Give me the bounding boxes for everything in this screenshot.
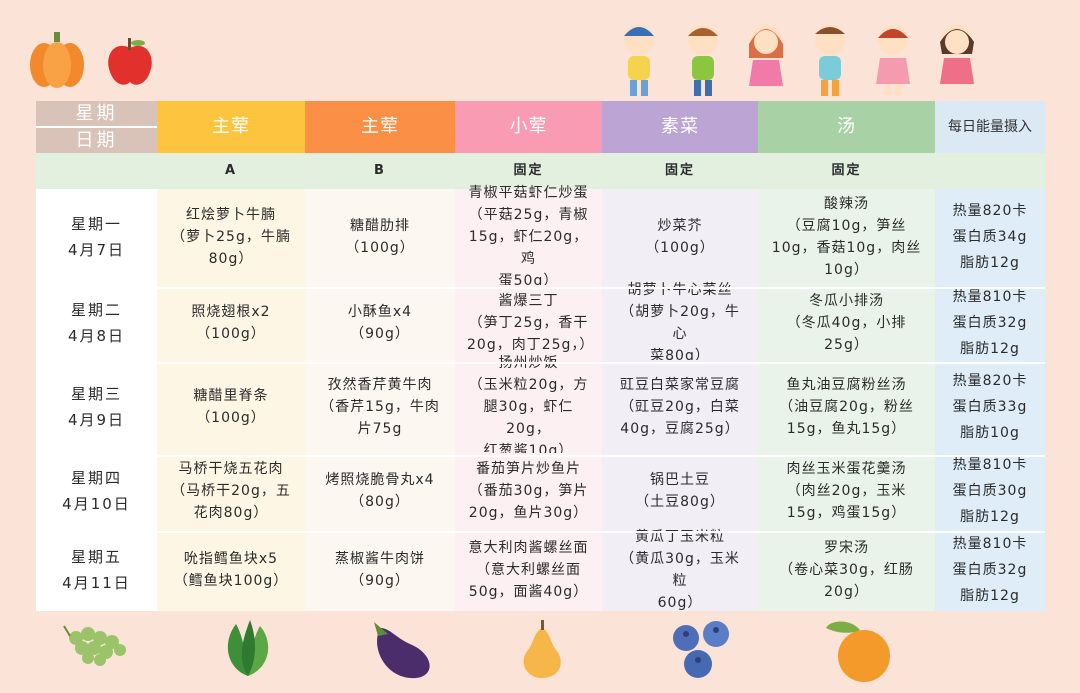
menu-cell: 酱爆三丁 （笋丁25g，香干 20g，肉丁25g，） (455, 285, 602, 360)
menu-cell: 黄瓜丁玉米粒 （黄瓜30g，玉米粒 60g） (602, 529, 758, 611)
subheader-option-a: A (157, 153, 305, 189)
menu-cell: 锅巴土豆 （土豆80g） (602, 453, 758, 529)
column-header-daily-energy: 每日能量摄入 (935, 101, 1045, 153)
menu-cell: 冬瓜小排汤 （冬瓜40g，小排25g） (758, 285, 935, 360)
day-cell: 星期五 4月11日 (36, 529, 157, 611)
weekday-date-header: 星期 日期 (36, 101, 157, 153)
kid-icon (814, 25, 845, 96)
column-header-main-meat-b: 主荤 (305, 101, 455, 153)
energy-cell: 热量810卡 蛋白质32g 脂肪12g (935, 529, 1045, 611)
column-header-side-meat: 小荤 (455, 101, 602, 153)
menu-cell: 蒸椒酱牛肉饼 （90g） (305, 529, 455, 611)
menu-cell: 青椒平菇虾仁炒蛋 （平菇25g，青椒 15g，虾仁20g，鸡 蛋50g） (455, 185, 602, 289)
menu-cell: 吮指鳕鱼块x5 （鳕鱼块100g） (157, 529, 305, 611)
subheader-option-b: B (305, 153, 455, 189)
menu-cell: 照烧翅根x2 （100g） (157, 285, 305, 360)
kid-icon (687, 25, 718, 96)
day-cell: 星期一 4月7日 (36, 189, 157, 285)
energy-cell: 热量810卡 蛋白质32g 脂肪12g (935, 285, 1045, 360)
menu-cell: 鱼丸油豆腐粉丝汤 （油豆腐20g，粉丝 15g，鱼丸15g） (758, 360, 935, 453)
day-cell: 星期三 4月9日 (36, 360, 157, 453)
eggplant-icon (374, 622, 430, 679)
row-divider (36, 455, 1045, 457)
kid-icon (749, 25, 784, 86)
kid-icon (939, 25, 974, 84)
energy-cell: 热量820卡 蛋白质33g 脂肪10g (935, 360, 1045, 453)
menu-cell: 番茄笋片炒鱼片 （番茄30g，笋片 20g，鱼片30g） (455, 453, 602, 529)
subheader-energy (935, 153, 1045, 189)
menu-cell: 肉丝玉米蛋花羹汤 （肉丝20g，玉米 15g，鸡蛋15g） (758, 453, 935, 529)
weekday-label: 星期 (36, 101, 157, 128)
energy-cell: 热量810卡 蛋白质30g 脂肪12g (935, 453, 1045, 529)
menu-cell: 炒菜芥 （100g） (602, 189, 758, 285)
menu-cell: 酸辣汤 （豆腐10g，笋丝 10g，香菇10g，肉丝 10g） (758, 189, 935, 285)
menu-cell: 小酥鱼x4 （90g） (305, 285, 455, 360)
date-label: 日期 (75, 129, 118, 151)
column-header-main-meat-a: 主荤 (157, 101, 305, 153)
menu-cell: 扬州炒饭 （玉米粒20g，方 腿30g，虾仁20g， 红葱酱10g） (455, 355, 602, 459)
row-divider (36, 287, 1045, 289)
row-divider (36, 531, 1045, 533)
menu-cell: 意大利肉酱螺丝面 （意大利螺丝面 50g，面酱40g） (455, 529, 602, 611)
menu-cell: 胡萝卜牛心菜丝 （胡萝卜20g，牛心 菜80g） (602, 282, 758, 364)
menu-cell: 马桥干烧五花肉 （马桥干20g，五 花肉80g） (157, 453, 305, 529)
grapes-icon (63, 625, 126, 666)
pumpkin-icon (30, 32, 84, 88)
row-divider (36, 362, 1045, 364)
pear-icon (523, 620, 561, 678)
spinach-icon (227, 620, 269, 676)
column-header-soup: 汤 (758, 101, 935, 153)
energy-cell: 热量820卡 蛋白质34g 脂肪12g (935, 189, 1045, 285)
subheader-blank (36, 153, 157, 189)
day-cell: 星期二 4月8日 (36, 285, 157, 360)
menu-cell: 烤照烧脆骨丸x4 （80g） (305, 453, 455, 529)
menu-cell: 糖醋里脊条 （100g） (157, 360, 305, 453)
column-header-vegetable: 素菜 (602, 101, 758, 153)
menu-cell: 糖醋肋排 （100g） (305, 189, 455, 285)
kid-icon (876, 25, 911, 96)
subheader-fixed: 固定 (758, 153, 935, 189)
day-cell: 星期四 4月10日 (36, 453, 157, 529)
blueberry-icon (673, 621, 729, 678)
menu-cell: 孜然香芹黄牛肉 （香芹15g，牛肉 片75g (305, 360, 455, 453)
subheader-fixed: 固定 (602, 153, 758, 189)
apple-icon (108, 38, 152, 85)
menu-cell: 红烩萝卜牛腩 （萝卜25g，牛腩 80g） (157, 189, 305, 285)
kids-illustration (612, 14, 984, 104)
menu-cell: 罗宋汤 （卷心菜30g，红肠 20g） (758, 529, 935, 611)
weekly-menu-table: 星期 日期 主荤 主荤 小荤 素菜 汤 每日能量摄入 A B 固定 固定 固定 … (36, 101, 1045, 615)
kid-icon (624, 25, 654, 96)
menu-cell: 豇豆白菜家常豆腐 （豇豆20g，白菜 40g，豆腐25g） (602, 360, 758, 453)
orange-icon (826, 621, 890, 682)
